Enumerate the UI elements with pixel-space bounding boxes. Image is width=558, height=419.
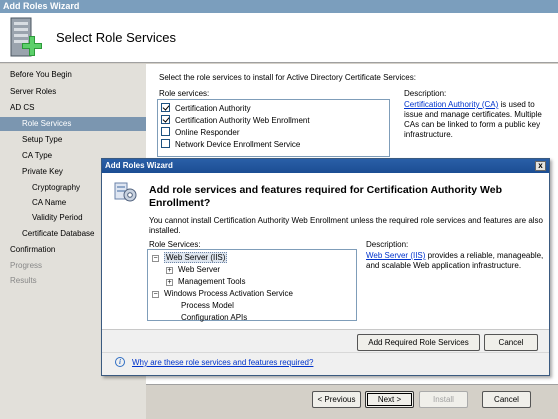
checkbox-unchecked[interactable] xyxy=(161,127,170,136)
install-button[interactable]: Install xyxy=(419,391,468,408)
page-title: Select Role Services xyxy=(56,30,176,45)
required-services-tree: − Web Server (IIS) + Web Server + Managemen… xyxy=(147,249,357,324)
role-service-label: Certification Authority Web Enrollment xyxy=(175,116,310,125)
roles-features-icon xyxy=(114,182,137,202)
nav-item-label: Role Services xyxy=(22,119,72,128)
nav-item-confirmation[interactable]: Confirmation xyxy=(10,245,55,254)
why-required-link[interactable]: Why are these role services and features… xyxy=(132,358,313,367)
next-button[interactable]: Next > xyxy=(365,391,414,408)
nav-item-role-services[interactable]: Role Services xyxy=(0,117,146,131)
dialog-separator xyxy=(102,352,549,353)
role-services-label: Role services: xyxy=(159,89,210,98)
wizard-header: Select Role Services xyxy=(0,13,558,63)
description-link[interactable]: Certification Authority (CA) xyxy=(404,100,498,109)
instruction-text: Select the role services to install for … xyxy=(159,73,416,82)
role-services-list: Certification Authority Certification Au… xyxy=(157,99,390,157)
nav-item-ca-name[interactable]: CA Name xyxy=(32,198,66,207)
collapse-icon[interactable]: − xyxy=(152,255,159,262)
role-service-network-device-enrollment[interactable]: Network Device Enrollment Service xyxy=(161,139,300,150)
role-service-label: Online Responder xyxy=(175,128,240,137)
nav-item-cryptography[interactable]: Cryptography xyxy=(32,183,80,192)
nav-item-server-roles[interactable]: Server Roles xyxy=(10,87,56,96)
checkbox-checked[interactable] xyxy=(161,115,170,124)
dialog-title: Add Roles Wizard xyxy=(105,161,173,170)
tree-item-label: Web Server xyxy=(178,265,221,274)
tree-item-label: Management Tools xyxy=(178,277,246,286)
previous-button[interactable]: < Previous xyxy=(312,391,361,408)
nav-item-validity-period[interactable]: Validity Period xyxy=(32,213,83,222)
nav-item-results: Results xyxy=(10,276,37,285)
tree-item-label: Process Model xyxy=(181,301,234,310)
nav-item-progress: Progress xyxy=(10,261,43,270)
role-service-label: Certification Authority xyxy=(175,104,251,113)
tree-item-process-model[interactable]: Process Model xyxy=(181,301,234,312)
add-role-services-dialog: Add Roles Wizard x Add role services and… xyxy=(101,158,550,376)
checkbox-checked[interactable] xyxy=(161,103,170,112)
dialog-info-text: You cannot install Certification Authori… xyxy=(149,216,543,235)
wizard-titlebar: Add Roles Wizard xyxy=(0,0,558,13)
dialog-description-text: Web Server (IIS) provides a reliable, ma… xyxy=(366,251,546,271)
dialog-cancel-button[interactable]: Cancel xyxy=(484,334,538,351)
wizard-title: Add Roles Wizard xyxy=(3,1,80,11)
tree-item-label: Configuration APIs xyxy=(181,313,248,322)
tree-item-web-server[interactable]: + Web Server xyxy=(166,265,220,276)
add-required-role-services-button[interactable]: Add Required Role Services xyxy=(357,334,480,351)
role-service-web-enrollment[interactable]: Certification Authority Web Enrollment xyxy=(161,115,310,126)
dialog-footer: Add Required Role Services Cancel i Why … xyxy=(102,329,549,375)
tree-item-label: Web Server (IIS) xyxy=(164,252,228,263)
dialog-description-label: Description: xyxy=(366,240,409,249)
nav-item-certificate-database[interactable]: Certificate Database xyxy=(22,229,94,238)
role-service-label: Network Device Enrollment Service xyxy=(175,140,301,149)
dialog-role-services-label: Role Services: xyxy=(149,240,201,249)
collapse-icon[interactable]: − xyxy=(152,291,159,298)
expand-icon[interactable]: + xyxy=(166,267,173,274)
nav-item-ad-cs[interactable]: AD CS xyxy=(10,103,34,112)
nav-item-ca-type[interactable]: CA Type xyxy=(22,151,52,160)
nav-item-before-you-begin[interactable]: Before You Begin xyxy=(10,70,72,79)
tree-item-windows-process-activation[interactable]: − Windows Process Activation Service xyxy=(152,289,293,300)
description-label: Description: xyxy=(404,89,447,98)
dialog-description-link[interactable]: Web Server (IIS) xyxy=(366,251,425,260)
role-service-certification-authority[interactable]: Certification Authority xyxy=(161,103,251,114)
dialog-titlebar: Add Roles Wizard x xyxy=(102,159,549,173)
tree-item-configuration-apis[interactable]: Configuration APIs xyxy=(181,313,247,324)
nav-item-setup-type[interactable]: Setup Type xyxy=(22,135,62,144)
tree-item-label: Windows Process Activation Service xyxy=(164,289,293,298)
nav-item-private-key[interactable]: Private Key xyxy=(22,167,63,176)
help-icon: i xyxy=(115,357,125,367)
cancel-button[interactable]: Cancel xyxy=(482,391,531,408)
expand-icon[interactable]: + xyxy=(166,279,173,286)
tree-item-management-tools[interactable]: + Management Tools xyxy=(166,277,245,288)
tree-item-web-server-iis[interactable]: − Web Server (IIS) xyxy=(152,252,228,264)
dialog-heading: Add role services and features required … xyxy=(149,184,502,209)
close-icon[interactable]: x xyxy=(535,161,546,171)
server-add-icon xyxy=(10,17,42,57)
description-text: Certification Authority (CA) is used to … xyxy=(404,100,544,140)
checkbox-unchecked[interactable] xyxy=(161,139,170,148)
role-service-online-responder[interactable]: Online Responder xyxy=(161,127,239,138)
